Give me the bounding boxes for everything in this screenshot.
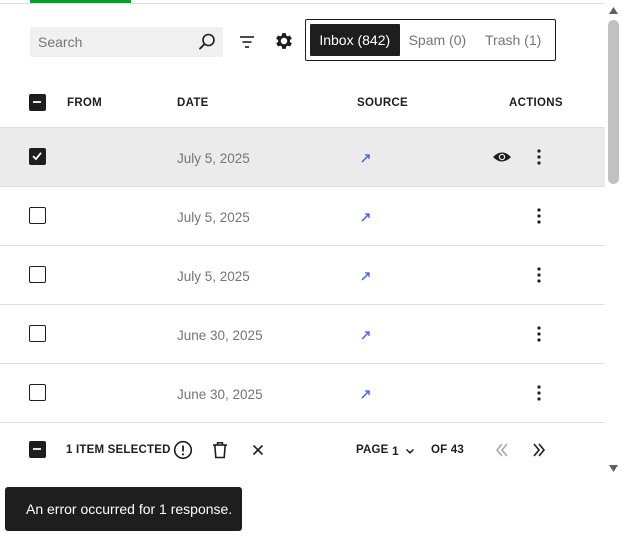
external-link-icon[interactable] bbox=[360, 270, 372, 282]
tab-trash[interactable]: Trash (1) bbox=[475, 24, 551, 56]
more-vertical-icon[interactable] bbox=[531, 324, 547, 344]
select-all-checkbox[interactable] bbox=[29, 94, 46, 111]
table-row[interactable]: July 5, 2025 bbox=[0, 128, 605, 187]
page-select[interactable]: 1 bbox=[392, 440, 422, 462]
eye-icon[interactable] bbox=[492, 149, 512, 165]
row-date: June 30, 2025 bbox=[177, 387, 263, 402]
trash-icon[interactable] bbox=[209, 439, 231, 461]
error-snackbar: An error occurred for 1 response. bbox=[5, 487, 242, 531]
toolbar: Inbox (842) Spam (0) Trash (1) bbox=[0, 19, 605, 63]
tab-inbox[interactable]: Inbox (842) bbox=[310, 24, 400, 56]
column-header-from[interactable]: FROM bbox=[67, 97, 102, 109]
search-input[interactable] bbox=[30, 27, 190, 57]
page-label: PAGE bbox=[356, 444, 389, 456]
row-checkbox[interactable] bbox=[29, 148, 46, 165]
gear-icon[interactable] bbox=[273, 30, 295, 52]
row-checkbox[interactable] bbox=[29, 207, 46, 224]
table-row[interactable]: June 30, 2025 bbox=[0, 305, 605, 364]
first-page-icon[interactable] bbox=[492, 440, 512, 460]
column-header-actions: ACTIONS bbox=[509, 97, 563, 109]
row-checkbox[interactable] bbox=[29, 266, 46, 283]
selection-count: 1 ITEM SELECTED bbox=[66, 444, 171, 456]
table-row[interactable]: July 5, 2025 bbox=[0, 246, 605, 305]
vertical-scrollbar[interactable] bbox=[605, 0, 622, 480]
scroll-down-arrow-icon[interactable] bbox=[608, 464, 619, 473]
external-link-icon[interactable] bbox=[360, 329, 372, 341]
external-link-icon[interactable] bbox=[360, 388, 372, 400]
mark-spam-icon[interactable] bbox=[172, 439, 194, 461]
row-date: July 5, 2025 bbox=[177, 269, 250, 284]
table-row[interactable]: June 30, 2025 bbox=[0, 364, 605, 423]
page-select-value: 1 bbox=[392, 444, 399, 458]
search-icon[interactable] bbox=[197, 32, 217, 52]
scroll-up-arrow-icon[interactable] bbox=[608, 6, 619, 15]
row-date: June 30, 2025 bbox=[177, 328, 263, 343]
column-header-date[interactable]: DATE bbox=[177, 97, 209, 109]
search-box[interactable] bbox=[30, 27, 223, 57]
external-link-icon[interactable] bbox=[360, 152, 372, 164]
more-vertical-icon[interactable] bbox=[531, 265, 547, 285]
bulk-select-checkbox[interactable] bbox=[29, 441, 46, 458]
table-row[interactable]: July 5, 2025 bbox=[0, 187, 605, 246]
page-total-label: OF 43 bbox=[431, 444, 464, 456]
close-icon[interactable] bbox=[247, 439, 269, 461]
row-date: July 5, 2025 bbox=[177, 151, 250, 166]
more-vertical-icon[interactable] bbox=[531, 147, 547, 167]
external-link-icon[interactable] bbox=[360, 211, 372, 223]
active-view-indicator bbox=[30, 0, 131, 3]
row-date: July 5, 2025 bbox=[177, 210, 250, 225]
tab-spam[interactable]: Spam (0) bbox=[400, 24, 476, 56]
more-vertical-icon[interactable] bbox=[531, 206, 547, 226]
filter-icon[interactable] bbox=[236, 31, 258, 53]
snackbar-message: An error occurred for 1 response. bbox=[26, 501, 233, 517]
column-header-source[interactable]: SOURCE bbox=[357, 97, 408, 109]
scrollbar-thumb[interactable] bbox=[608, 20, 619, 184]
chevron-down-icon bbox=[405, 448, 414, 454]
folder-tabs: Inbox (842) Spam (0) Trash (1) bbox=[305, 19, 556, 61]
table-header: FROM DATE SOURCE ACTIONS bbox=[0, 74, 605, 128]
last-page-icon[interactable] bbox=[529, 440, 549, 460]
more-vertical-icon[interactable] bbox=[531, 383, 547, 403]
row-checkbox[interactable] bbox=[29, 384, 46, 401]
row-checkbox[interactable] bbox=[29, 325, 46, 342]
table-footer: 1 ITEM SELECTED PAGE 1 OF 43 bbox=[0, 422, 605, 478]
